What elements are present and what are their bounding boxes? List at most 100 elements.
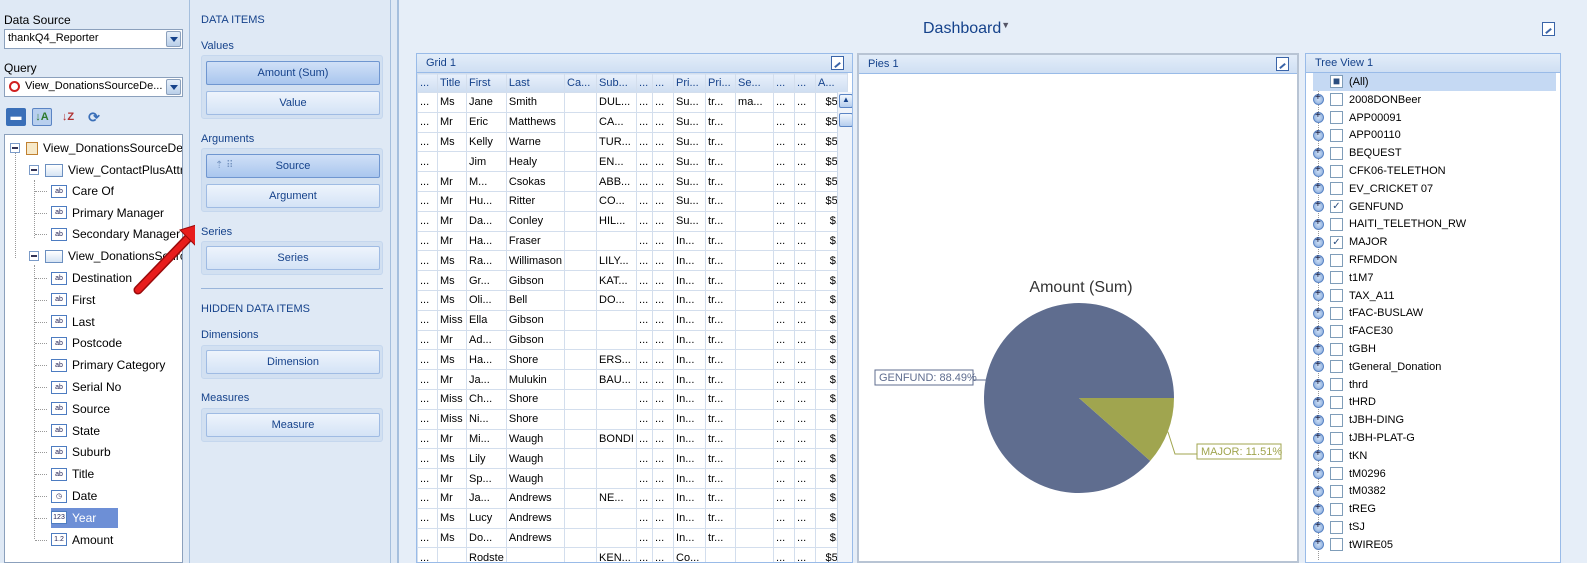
field-node[interactable]: ab First — [51, 290, 95, 310]
collapse-toggle-icon[interactable] — [10, 143, 20, 153]
checkbox[interactable] — [1330, 253, 1343, 267]
tree-item[interactable]: tFAC-BUSLAW — [1313, 305, 1423, 323]
scroll-thumb[interactable] — [839, 113, 852, 127]
measure-drop-slot[interactable]: Measure — [206, 413, 380, 437]
checkbox[interactable] — [1330, 449, 1343, 463]
expand-icon[interactable] — [1313, 502, 1324, 515]
data-source-combo[interactable]: thankQ4_Reporter — [4, 29, 183, 49]
table-row[interactable]: ... Mr Mi... Waugh BONDI...... In... tr.......… — [417, 428, 849, 450]
expand-icon[interactable] — [1313, 395, 1324, 408]
expand-icon[interactable] — [1313, 466, 1324, 480]
expand-icon[interactable] — [1313, 288, 1324, 302]
argument-item-source[interactable]: ⇡ ⠿ Source — [206, 154, 380, 178]
table-row[interactable]: ...MrAd...Gibson......In...tr.........$.… — [417, 329, 849, 351]
grid-scrollbar[interactable]: ▲ — [837, 92, 852, 562]
tree-item[interactable]: CFK06-TELETHON — [1313, 162, 1446, 180]
expand-icon[interactable] — [1313, 199, 1324, 213]
grid-column-header[interactable]: ... — [636, 73, 654, 93]
expand-icon[interactable] — [1313, 377, 1324, 391]
dashboard-title[interactable]: Dashboard▼ — [923, 20, 1010, 38]
series-drop-slot[interactable]: Series — [206, 246, 380, 270]
drag-handle-icon[interactable]: ⇡ ⠿ — [215, 155, 233, 177]
field-node[interactable]: ab Last — [51, 312, 95, 332]
checkbox[interactable] — [1330, 520, 1343, 534]
table-row[interactable]: ... Jim Healy EN......... Su... tr......... $5… — [417, 151, 849, 173]
tree-item[interactable]: tHRD — [1313, 394, 1376, 412]
tree-item[interactable]: tREG — [1313, 500, 1376, 518]
grid-column-header[interactable]: ... — [773, 73, 796, 93]
grid-column-header[interactable]: Pri... — [673, 73, 707, 93]
checkbox[interactable] — [1330, 484, 1343, 498]
tree-item[interactable]: tM0296 — [1313, 465, 1386, 483]
grid-column-header[interactable]: Se... — [735, 73, 775, 93]
grid-column-header[interactable]: First — [466, 73, 507, 93]
expand-icon[interactable] — [1313, 520, 1324, 533]
tree-item[interactable]: tJBH-DING — [1313, 411, 1404, 429]
tree-item[interactable]: tJBH-PLAT-G — [1313, 429, 1415, 447]
expand-icon[interactable] — [1313, 164, 1324, 177]
table-row[interactable]: ... Mr Hu... Ritter CO......... Su... tr......… — [417, 190, 849, 212]
table-row[interactable]: ... Ms Ha... Shore ERS......... In... tr......… — [417, 349, 849, 371]
tree-node-contact-view[interactable]: View_ContactPlusAttr... — [29, 160, 182, 180]
table-row[interactable]: ... Mr Ja... Andrews NE......... In... tr.....… — [417, 487, 849, 509]
grid-column-header[interactable]: Last — [505, 73, 566, 93]
grid-column-header[interactable]: ... — [417, 73, 438, 93]
table-row[interactable]: ...MsDo...Andrews......In...tr.........$… — [417, 527, 849, 549]
field-node[interactable]: ab Care Of — [51, 181, 114, 201]
expand-icon[interactable] — [1313, 181, 1324, 195]
tree-item[interactable]: TAX_A11 — [1313, 287, 1394, 305]
tree-item[interactable]: APP00110 — [1313, 127, 1401, 145]
checkbox[interactable] — [1330, 360, 1343, 374]
field-node[interactable]: ab Suburb — [51, 442, 111, 462]
tree-item[interactable]: ✓ MAJOR — [1313, 233, 1388, 251]
checkbox[interactable] — [1330, 111, 1343, 125]
checkbox[interactable] — [1330, 467, 1343, 481]
value-drop-slot[interactable]: Value — [206, 91, 380, 115]
table-row[interactable]: ...MrHa...Fraser......In...tr.........$.… — [417, 230, 849, 252]
expand-icon[interactable] — [1313, 448, 1324, 462]
checkbox[interactable] — [1330, 146, 1343, 160]
tree-item[interactable]: BEQUEST — [1313, 144, 1402, 162]
partial-check-icon[interactable]: ■ — [1330, 75, 1343, 89]
field-node[interactable]: ab Postcode — [51, 333, 122, 353]
expand-icon[interactable] — [1313, 342, 1324, 355]
grid-column-header[interactable]: Ca... — [564, 73, 598, 93]
checkbox[interactable] — [1330, 395, 1343, 409]
field-node[interactable]: ab Source — [51, 399, 110, 419]
expand-icon[interactable] — [1313, 413, 1324, 426]
expand-icon[interactable] — [1313, 484, 1324, 497]
tree-item[interactable]: 2008DONBeer — [1313, 91, 1421, 109]
checkbox[interactable] — [1330, 324, 1343, 338]
tree-item[interactable]: tGeneral_Donation — [1313, 358, 1441, 376]
table-row[interactable]: ... Mr Da... Conley HIL......... Su... tr.....… — [417, 210, 849, 232]
field-node[interactable]: 123 Year — [51, 507, 119, 528]
export-icon[interactable] — [831, 56, 844, 70]
sort-az-icon[interactable]: ↓A — [32, 108, 52, 126]
field-node[interactable]: ab Destination — [51, 268, 132, 288]
table-row[interactable]: ... Ms Jane Smith DUL......... Su... tr... ma..… — [417, 92, 849, 113]
expand-icon[interactable] — [1313, 431, 1324, 444]
table-row[interactable]: ...MsLucyAndrews......In...tr.........$.… — [417, 507, 849, 529]
tree-item[interactable]: RFMDON — [1313, 251, 1397, 269]
table-row[interactable]: ...MissEllaGibson......In...tr.........$… — [417, 309, 849, 331]
tree-item[interactable]: tWIRE05 — [1313, 536, 1393, 554]
table-row[interactable]: ...MrSp...Waugh......In...tr.........$..… — [417, 468, 849, 489]
checkbox[interactable] — [1330, 289, 1343, 303]
expand-icon[interactable] — [1313, 146, 1324, 159]
table-row[interactable]: ... Ms Ra... Willimason LILY......... In... tr… — [417, 250, 849, 272]
tree-item[interactable]: tGBH — [1313, 340, 1376, 358]
table-row[interactable]: ...MissCh...Shore......In...tr.........$… — [417, 388, 849, 410]
field-node[interactable]: ab Serial No — [51, 377, 121, 397]
table-row[interactable]: ... Ms Oli... Bell DO......... In... tr.......… — [417, 289, 849, 311]
field-node[interactable]: ◷ Date — [51, 486, 97, 506]
table-row[interactable]: ... Rodste KEN......... Co......... $5K — [417, 547, 849, 562]
checkbox[interactable] — [1330, 378, 1343, 392]
export-icon[interactable] — [1276, 57, 1289, 71]
tree-item[interactable]: tM0382 — [1313, 483, 1386, 501]
filter-icon[interactable]: ▼ — [1001, 20, 1010, 30]
expand-icon[interactable] — [1313, 92, 1324, 106]
tree-item[interactable]: thrd — [1313, 376, 1368, 394]
tree-item[interactable]: EV_CRICKET 07 — [1313, 180, 1433, 198]
checkbox[interactable] — [1330, 217, 1343, 231]
expand-icon[interactable] — [1313, 270, 1324, 284]
